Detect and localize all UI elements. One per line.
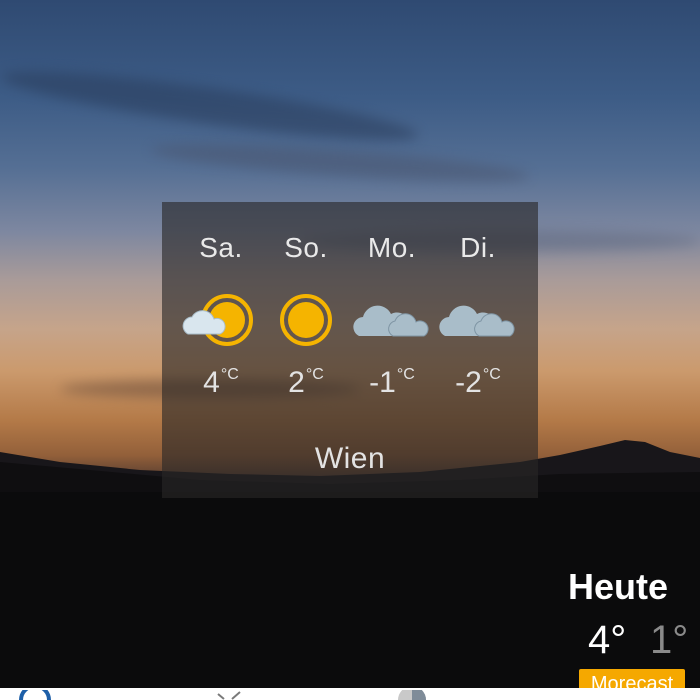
day-label: Di. <box>460 232 496 263</box>
today-low-temp: 1° <box>650 618 689 662</box>
today-title: Heute <box>567 566 668 607</box>
cloud-icon <box>439 305 515 337</box>
day-temperature: -2°C <box>455 366 501 399</box>
day-temperature: -1°C <box>369 366 415 399</box>
bottom-toolbar <box>0 688 700 700</box>
day-label: So. <box>284 232 328 263</box>
forecast-day: Di. -2°C <box>431 232 525 400</box>
forecast-day: Mo. -1°C <box>345 232 439 400</box>
day-temperature: 4°C <box>203 366 239 399</box>
day-label: Mo. <box>367 232 417 263</box>
forecast-widget[interactable]: Sa. 4°C So. 2°C Mo. -1°C Di. -2°C Wien <box>162 202 538 498</box>
pie-icon[interactable] <box>394 690 430 700</box>
checkmark-icon[interactable] <box>214 690 244 700</box>
today-high-temp: 4° <box>588 618 627 662</box>
circle-icon[interactable] <box>18 690 52 700</box>
sun-icon <box>280 294 332 346</box>
forecast-day: Sa. 4°C <box>174 232 268 400</box>
sun-cloud-icon <box>182 294 253 346</box>
day-temperature: 2°C <box>288 366 324 399</box>
day-label: Sa. <box>199 232 243 263</box>
forecast-day: So. 2°C <box>259 232 353 400</box>
cloud-icon <box>353 305 429 337</box>
city-name: Wien <box>314 442 386 475</box>
